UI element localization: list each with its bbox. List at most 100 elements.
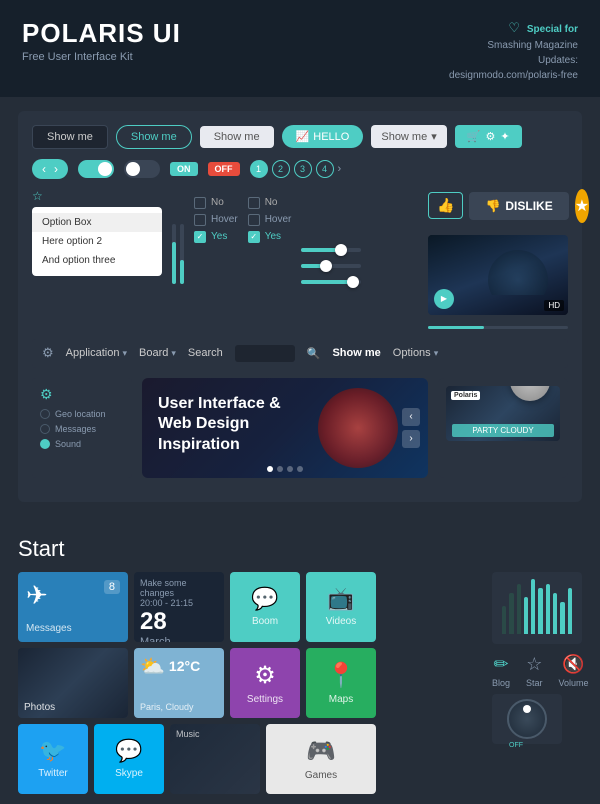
banner-dot-2[interactable] bbox=[277, 466, 283, 472]
cart-icon: 🛒 bbox=[467, 130, 481, 143]
page-2[interactable]: 2 bbox=[272, 160, 290, 178]
settings-geo[interactable]: Geo location bbox=[40, 409, 124, 419]
twitter-tile[interactable]: 🐦 Twitter bbox=[18, 724, 88, 794]
slider-3[interactable] bbox=[301, 280, 361, 284]
updates-url: designmodo.com/polaris-free bbox=[449, 70, 578, 81]
blog-label: Blog bbox=[492, 678, 510, 688]
settings-sound[interactable]: Sound bbox=[40, 439, 124, 449]
nav-show-me[interactable]: Show me bbox=[332, 347, 380, 359]
settings-messages[interactable]: Messages bbox=[40, 424, 124, 434]
banner-next-button[interactable]: › bbox=[402, 430, 420, 448]
star-icon-item[interactable]: ☆ Star bbox=[526, 654, 543, 688]
checkbox-hover-1[interactable] bbox=[194, 214, 206, 226]
weather-image: Polaris PARTY CLOUDY bbox=[446, 386, 560, 441]
navbar: ⚙ Application ▾ Board ▾ Search 🔍 Show me… bbox=[32, 339, 568, 368]
checkbox-hover-2[interactable] bbox=[248, 214, 260, 226]
search-icon[interactable]: 🔍 bbox=[307, 347, 321, 360]
dropdown-item-2[interactable]: Here option 2 bbox=[32, 232, 162, 251]
calendar-make-changes: Make some changes bbox=[140, 578, 218, 598]
dial-indicator bbox=[523, 705, 531, 713]
banner-prev-button[interactable]: ‹ bbox=[402, 408, 420, 426]
bar-9 bbox=[568, 588, 572, 634]
checkbox-yes-1[interactable]: ✓ bbox=[194, 231, 206, 243]
page-1[interactable]: 1 bbox=[250, 160, 268, 178]
slider-1[interactable] bbox=[301, 248, 361, 252]
blog-icon-item[interactable]: ✏ Blog bbox=[492, 654, 510, 688]
bar-2 bbox=[517, 584, 521, 634]
pagination: 1 2 3 4 › bbox=[250, 160, 342, 178]
main-content: Show me Show me Show me 📈 HELLO Show me … bbox=[0, 97, 600, 526]
skype-tile[interactable]: 💬 Skype bbox=[94, 724, 164, 794]
banner-dot-3[interactable] bbox=[287, 466, 293, 472]
right-arrow-icon: › bbox=[54, 162, 58, 176]
page-next-arrow[interactable]: › bbox=[338, 163, 342, 175]
chart-icon: 📈 bbox=[296, 130, 310, 143]
checkbox-yes-2[interactable]: ✓ bbox=[248, 231, 260, 243]
music-tile-label: Music bbox=[176, 729, 200, 739]
header-left: POLARIS UI Free User Interface Kit bbox=[22, 18, 181, 63]
cb-row-no-2: No bbox=[248, 197, 292, 209]
radio-geo[interactable] bbox=[40, 409, 50, 419]
navigation-arrows[interactable]: ‹ › bbox=[32, 159, 68, 179]
toggle-off[interactable] bbox=[124, 160, 160, 178]
ui-components-panel: Show me Show me Show me 📈 HELLO Show me … bbox=[18, 111, 582, 502]
checkbox-no-1[interactable] bbox=[194, 197, 206, 209]
dropdown-item-1[interactable]: Option Box bbox=[32, 213, 162, 232]
navbar-search-input[interactable] bbox=[235, 345, 295, 362]
games-tile[interactable]: 🎮 Games bbox=[266, 724, 376, 794]
on-badge[interactable]: ON bbox=[170, 162, 198, 176]
banner-widget: User Interface & Web Design Inspiration … bbox=[142, 378, 428, 478]
dislike-button[interactable]: 👎 DISLIKE bbox=[469, 192, 568, 220]
weather-tile-city: Paris, Cloudy bbox=[140, 702, 218, 712]
page-3[interactable]: 3 bbox=[294, 160, 312, 178]
hello-button[interactable]: 📈 HELLO bbox=[282, 125, 364, 148]
videos-tile[interactable]: 📺 Videos bbox=[306, 572, 376, 642]
boom-tile[interactable]: 💬 Boom bbox=[230, 572, 300, 642]
calendar-tile[interactable]: Make some changes 20:00 - 21:15 28 March bbox=[134, 572, 224, 642]
photos-tile[interactable]: Photos bbox=[18, 648, 128, 718]
calendar-date: 28 bbox=[140, 608, 218, 636]
nav-search[interactable]: Search bbox=[188, 347, 223, 359]
bar-3 bbox=[524, 597, 528, 634]
like-button[interactable]: 👍 bbox=[428, 192, 463, 219]
maps-tile[interactable]: 📍 Maps bbox=[306, 648, 376, 718]
weather-tile[interactable]: ⛅ 12°C Paris, Cloudy bbox=[134, 648, 224, 718]
cart-button[interactable]: 🛒 ⚙ ✦ bbox=[455, 125, 522, 148]
star-icon: ☆ bbox=[526, 654, 542, 675]
settings-widget: ⚙ Geo location Messages Sound bbox=[32, 378, 132, 478]
off-badge[interactable]: OFF bbox=[208, 162, 240, 176]
dropdown-item-3[interactable]: And option three bbox=[32, 251, 162, 270]
magazine-name: Smashing Magazine bbox=[487, 40, 578, 51]
special-for: Special for bbox=[527, 24, 578, 35]
settings-gear-icon[interactable]: ⚙ bbox=[42, 345, 54, 361]
banner-dot-1[interactable] bbox=[267, 466, 273, 472]
music-tile[interactable]: Music bbox=[170, 724, 260, 794]
skype-icon: 💬 bbox=[115, 738, 142, 764]
video-progress-bar[interactable] bbox=[428, 326, 568, 329]
buttons-row: Show me Show me Show me 📈 HELLO Show me … bbox=[32, 125, 568, 149]
nav-application[interactable]: Application ▾ bbox=[66, 347, 127, 359]
radio-messages[interactable] bbox=[40, 424, 50, 434]
calendar-time-range: 20:00 - 21:15 bbox=[140, 598, 218, 608]
radio-sound[interactable] bbox=[40, 439, 50, 449]
volume-icon-item[interactable]: 🔇 Volume bbox=[559, 654, 589, 688]
nav-board[interactable]: Board ▾ bbox=[139, 347, 176, 359]
messages-tile[interactable]: ✈ 8 Messages bbox=[18, 572, 128, 642]
nav-options[interactable]: Options ▾ bbox=[393, 347, 438, 359]
toggle-on[interactable] bbox=[78, 160, 114, 178]
show-me-dark-button[interactable]: Show me bbox=[32, 125, 108, 149]
show-me-light-button[interactable]: Show me bbox=[200, 126, 274, 148]
page-4[interactable]: 4 bbox=[316, 160, 334, 178]
nav-arrow-3: ▾ bbox=[434, 348, 439, 359]
banner-dot-4[interactable] bbox=[297, 466, 303, 472]
star-rating-button[interactable]: ★ bbox=[575, 189, 589, 223]
video-play-button[interactable]: ▶ bbox=[434, 289, 454, 309]
settings-tile[interactable]: ⚙ Settings bbox=[230, 648, 300, 718]
blog-icon: ✏ bbox=[493, 654, 508, 675]
slider-2[interactable] bbox=[301, 264, 361, 268]
messages-tile-label: Messages bbox=[26, 623, 72, 634]
checkbox-no-2[interactable] bbox=[248, 197, 260, 209]
show-me-teal-button[interactable]: Show me bbox=[116, 125, 192, 149]
dial-knob-outer[interactable]: OFF bbox=[507, 699, 547, 739]
show-me-select-button[interactable]: Show me ▾ bbox=[371, 125, 446, 148]
